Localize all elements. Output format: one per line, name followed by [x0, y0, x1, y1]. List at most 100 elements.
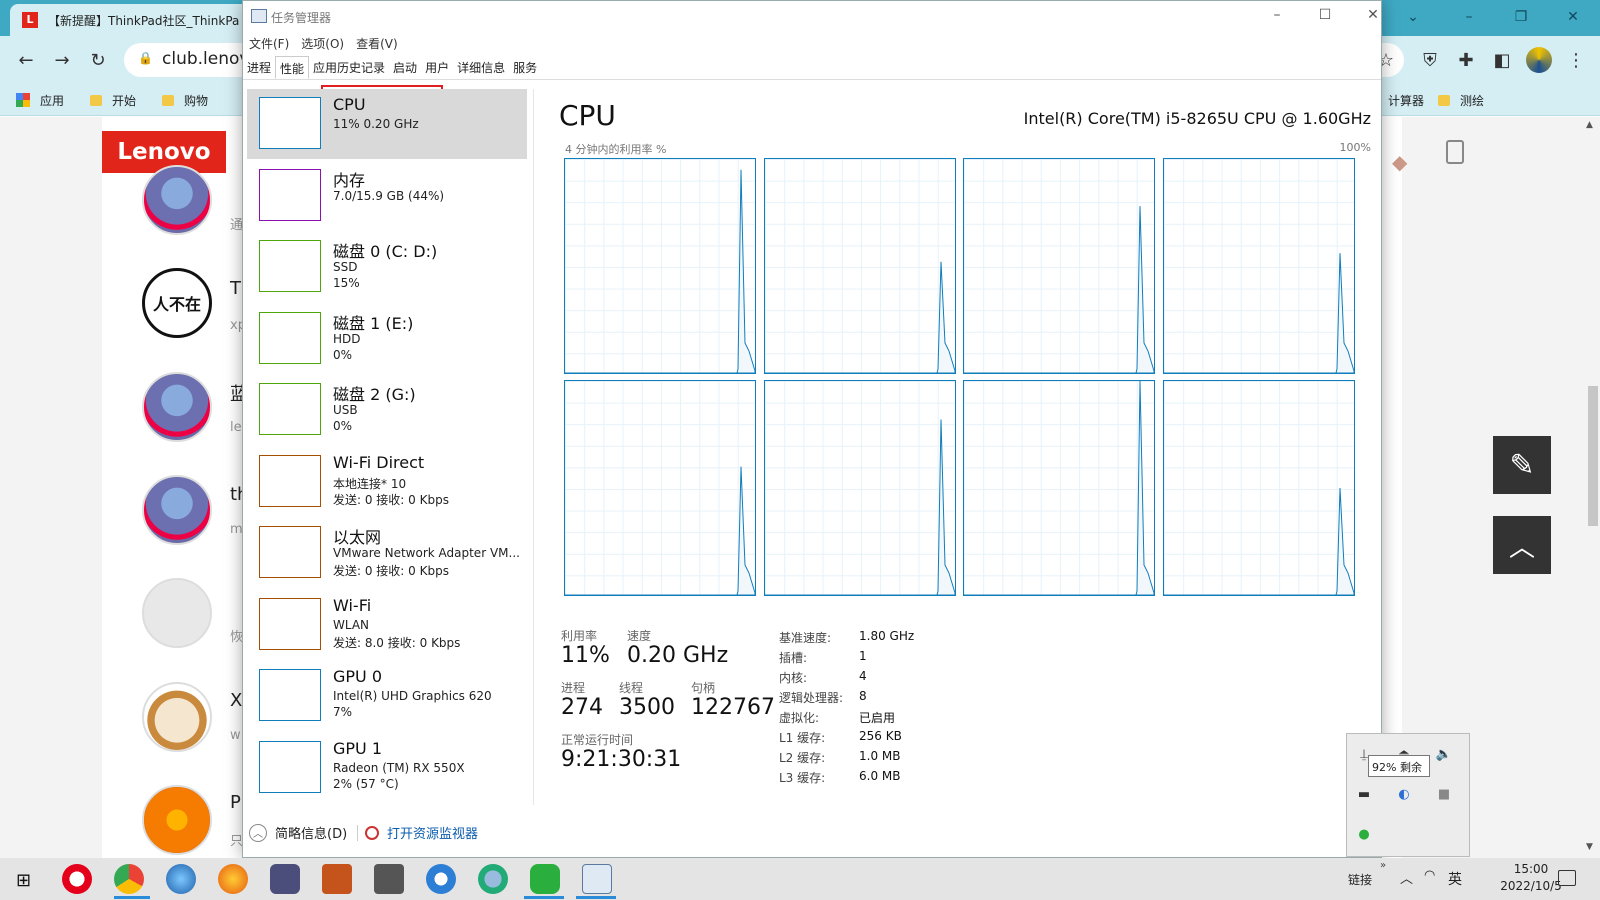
resource-item[interactable]: 磁盘 2 (G:) USB 0% [247, 375, 527, 445]
app-icon-3[interactable] [374, 864, 404, 894]
volume-icon[interactable]: 🔈 [1435, 746, 1453, 762]
resource-item[interactable]: 磁盘 0 (C: D:) SSD 15% [247, 232, 527, 302]
back-icon[interactable]: ← [14, 48, 38, 72]
proc-value: 274 [561, 695, 603, 720]
avatar[interactable] [142, 682, 212, 752]
opera-icon[interactable] [62, 864, 92, 894]
tab-startup[interactable]: 启动 [389, 56, 421, 79]
thread-label: 线程 [619, 681, 644, 695]
search-app-icon[interactable] [478, 864, 508, 894]
tm-close-icon[interactable]: ✕ [1353, 7, 1393, 27]
resource-item[interactable]: GPU 0 Intel(R) UHD Graphics 620 7% [247, 661, 527, 731]
notification-icon[interactable] [1558, 870, 1576, 886]
detail-value: 1.80 GHz [859, 629, 915, 643]
uptime-label: 正常运行时间 [561, 733, 634, 747]
tab-processes[interactable]: 进程 [243, 56, 275, 79]
avatar[interactable] [142, 475, 212, 545]
tab-services[interactable]: 服务 [509, 56, 541, 79]
resource-detail: 11% 0.20 GHz [333, 117, 419, 131]
avatar[interactable] [142, 785, 212, 855]
ime-indicator[interactable]: 英 [1448, 869, 1462, 889]
tab-performance[interactable]: 性能 [275, 56, 310, 79]
avatar[interactable]: 人不在 [142, 268, 212, 338]
menu-dots-icon[interactable]: ⋮ [1564, 48, 1588, 72]
resource-item[interactable]: Wi-Fi WLAN 发送: 8.0 接收: 0 Kbps [247, 590, 527, 660]
core-graph [963, 158, 1155, 374]
resource-item[interactable]: 磁盘 1 (E:) HDD 0% [247, 304, 527, 374]
profile-avatar[interactable] [1526, 47, 1552, 73]
open-resource-monitor-link[interactable]: 打开资源监视器 [365, 823, 478, 842]
post-title[interactable]: P [230, 792, 241, 813]
resource-item[interactable]: 内存 7.0/15.9 GB (44%) [247, 161, 527, 231]
minimize-icon[interactable]: – [1446, 0, 1492, 34]
tm-minimize-icon[interactable]: – [1257, 7, 1297, 27]
forward-icon[interactable]: → [50, 48, 74, 72]
bookmark-survey[interactable]: 测绘 [1438, 89, 1484, 111]
wifi-icon[interactable]: ◠ [1424, 868, 1435, 883]
brief-info-button[interactable]: ︿ 简略信息(D) [249, 823, 347, 842]
device-icon[interactable] [1446, 140, 1464, 164]
wechat-icon[interactable] [530, 864, 560, 894]
edge-icon[interactable] [426, 864, 456, 894]
windows-start-icon[interactable]: ⊞ [16, 870, 31, 891]
edit-pencil-icon[interactable]: ✎ [1493, 436, 1551, 494]
avatar[interactable] [142, 372, 212, 442]
extensions-puzzle-icon[interactable]: ✚ [1454, 48, 1478, 72]
detail-key: 逻辑处理器: [779, 691, 844, 705]
tab-details[interactable]: 详细信息 [453, 56, 509, 79]
resource-detail-2: 2% (57 °C) [333, 776, 399, 791]
scroll-up-icon[interactable]: ▲ [1586, 120, 1593, 130]
resource-name: Wi-Fi [333, 595, 372, 615]
links-toolbar[interactable]: 链接 [1348, 871, 1372, 888]
scroll-down-icon[interactable]: ▼ [1586, 842, 1593, 852]
tab-app-history[interactable]: 应用历史记录 [309, 56, 389, 79]
browser-tab[interactable]: L 【新提醒】ThinkPad社区_ThinkPa [10, 4, 250, 36]
resource-item[interactable]: 以太网 VMware Network Adapter VM... 发送: 0 接收:… [247, 518, 527, 588]
back-to-top-icon[interactable]: ︿ [1493, 516, 1551, 574]
tm-maximize-icon[interactable]: ☐ [1305, 7, 1345, 27]
bookmark-shopping[interactable]: 购物 [162, 89, 208, 111]
tray-expand-icon[interactable]: ︿ [1400, 868, 1413, 887]
tm-titlebar[interactable]: 任务管理器 – ☐ ✕ [243, 1, 1381, 33]
app-icon-2[interactable] [322, 864, 352, 894]
graph-max: 100% [1339, 141, 1371, 154]
tab-users[interactable]: 用户 [421, 56, 453, 79]
detail-value: 1.0 MB [859, 749, 901, 763]
shield-extension-icon[interactable]: ⛨ [1418, 48, 1442, 72]
close-icon[interactable]: ✕ [1550, 0, 1596, 34]
bookmark-calculator[interactable]: 计算器 [1388, 89, 1424, 111]
battery-icon[interactable]: ▬ [1355, 786, 1373, 802]
tab-search-icon[interactable]: ⌄ [1390, 0, 1436, 34]
resource-item[interactable]: Wi-Fi Direct 本地连接* 10 发送: 0 接收: 0 Kbps [247, 447, 527, 517]
links-overflow-icon[interactable]: » [1380, 860, 1386, 871]
app-tray-icon[interactable]: ◐ [1395, 786, 1413, 802]
resource-detail: WLAN [333, 617, 370, 632]
app-icon[interactable] [270, 864, 300, 894]
browser-globe-icon[interactable] [166, 864, 196, 894]
post-title[interactable]: T [230, 278, 241, 299]
chrome-icon[interactable] [114, 864, 144, 894]
app-tray-icon-2[interactable]: ■ [1435, 786, 1453, 802]
diamond-icon[interactable]: ◆ [1392, 150, 1407, 174]
wechat-tray-icon[interactable]: ● [1355, 826, 1373, 842]
firefox-icon[interactable] [218, 864, 248, 894]
maximize-icon[interactable]: ❐ [1498, 0, 1544, 34]
reload-icon[interactable]: ↻ [86, 48, 110, 72]
core-graph [763, 380, 956, 596]
detail-value: 8 [859, 689, 867, 703]
resource-item[interactable]: CPU 11% 0.20 GHz [247, 89, 527, 159]
resource-item[interactable]: GPU 1 Radeon (TM) RX 550X 2% (57 °C) [247, 733, 527, 803]
menu-file[interactable]: 文件(F) [243, 33, 295, 55]
resource-thumbnail [259, 168, 321, 221]
side-panel-icon[interactable]: ◧ [1490, 48, 1514, 72]
detail-value: 6.0 MB [859, 769, 901, 783]
avatar[interactable] [142, 578, 212, 648]
task-manager-taskbar-icon[interactable] [582, 864, 612, 894]
scrollbar-thumb[interactable] [1588, 386, 1598, 526]
menu-view[interactable]: 查看(V) [350, 33, 404, 55]
avatar[interactable] [142, 165, 212, 235]
post-title[interactable]: X [230, 690, 242, 711]
bookmark-apps[interactable]: 应用 [16, 89, 64, 111]
menu-options[interactable]: 选项(O) [295, 33, 350, 55]
bookmark-start[interactable]: 开始 [90, 89, 136, 111]
